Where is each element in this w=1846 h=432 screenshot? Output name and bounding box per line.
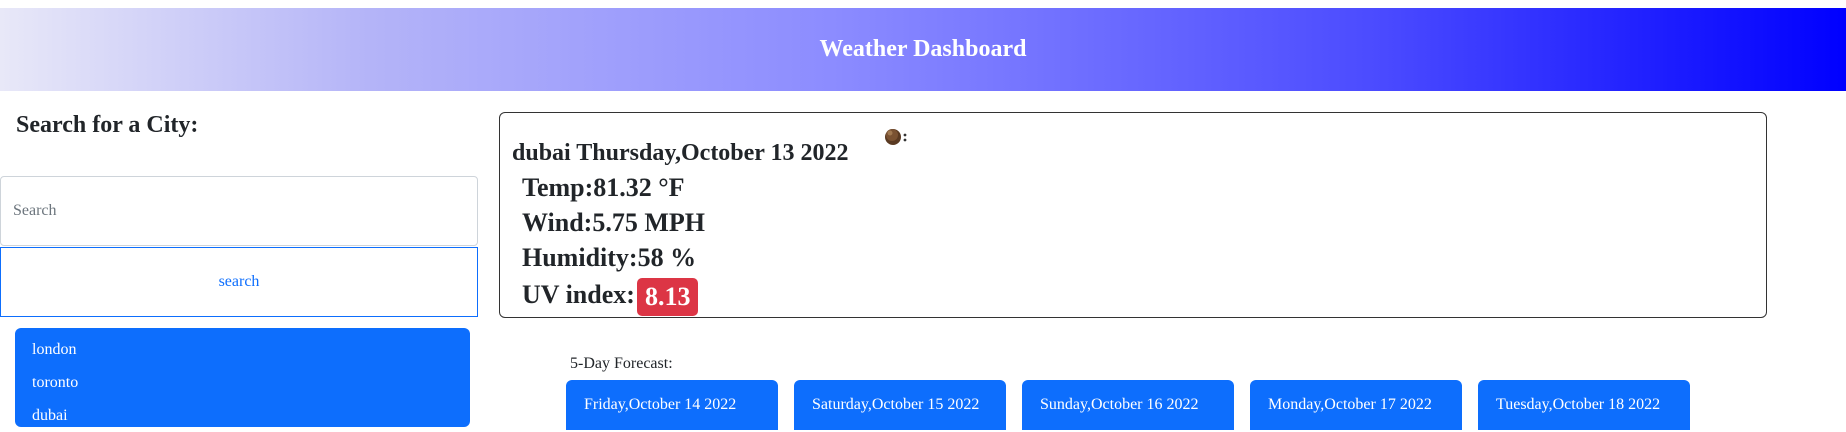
forecast-card-day-4: Monday,October 17 2022 bbox=[1250, 380, 1462, 430]
forecast-card-day-5: Tuesday,October 18 2022 bbox=[1478, 380, 1690, 430]
cloud-icon bbox=[885, 129, 907, 145]
uv-index-row: UV index: 8.13 bbox=[522, 278, 699, 316]
search-input[interactable] bbox=[0, 176, 478, 246]
forecast-card-day-2: Saturday,October 15 2022 bbox=[794, 380, 1006, 430]
search-button[interactable]: search bbox=[0, 247, 478, 317]
current-weather-card: dubai Thursday,October 13 2022 Temp:81.3… bbox=[499, 112, 1767, 318]
app-header: Weather Dashboard bbox=[0, 8, 1846, 91]
humidity-value: Humidity:58 % bbox=[522, 243, 697, 272]
uv-index-badge: 8.13 bbox=[636, 278, 699, 316]
history-item-toronto[interactable]: toronto bbox=[32, 366, 470, 399]
city-date-heading: dubai Thursday,October 13 2022 bbox=[512, 140, 849, 166]
search-history-list: london toronto dubai bbox=[15, 328, 470, 427]
search-heading: Search for a City: bbox=[16, 112, 199, 138]
forecast-heading: 5-Day Forecast: bbox=[570, 355, 673, 372]
page-title: Weather Dashboard bbox=[819, 36, 1027, 62]
uv-index-label: UV index: bbox=[522, 279, 635, 309]
forecast-card-day-3: Sunday,October 16 2022 bbox=[1022, 380, 1234, 430]
wind-value: Wind:5.75 MPH bbox=[522, 208, 705, 237]
history-item-london[interactable]: london bbox=[32, 333, 470, 366]
temperature-value: Temp:81.32 °F bbox=[522, 173, 685, 202]
forecast-card-day-1: Friday,October 14 2022 bbox=[566, 380, 778, 430]
history-item-dubai[interactable]: dubai bbox=[32, 399, 470, 432]
